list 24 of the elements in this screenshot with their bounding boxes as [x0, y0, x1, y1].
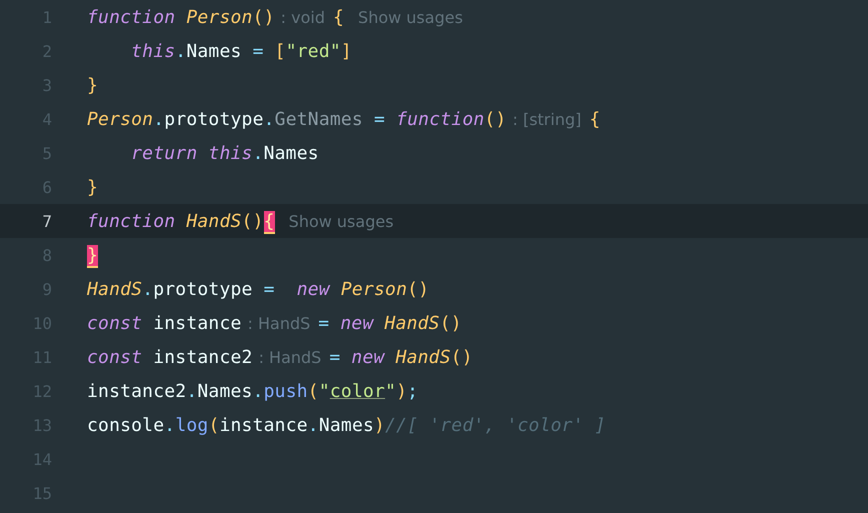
code-text: }	[87, 244, 98, 266]
code-text: {	[589, 108, 600, 130]
type-hint: : [string]	[512, 110, 582, 128]
type-hint: : void	[280, 8, 325, 26]
code-text: return this.Names	[130, 142, 319, 164]
code-text: function HandS(){	[87, 210, 275, 232]
code-text: = new HandS()	[329, 346, 473, 368]
code-text: {	[332, 6, 344, 28]
code-text: const instance	[87, 312, 242, 334]
type-hint: : HandS	[248, 314, 310, 332]
code-text: }	[87, 176, 98, 198]
line-number: 7	[41, 212, 52, 230]
show-usages-link[interactable]: Show usages	[288, 212, 394, 230]
code-text: = new HandS()	[318, 312, 462, 334]
code-text: }	[87, 74, 98, 96]
code-text: Person.prototype.GetNames = function()	[87, 108, 506, 130]
code-text: HandS.prototype = new Person()	[87, 278, 430, 300]
code-text: function Person()	[87, 6, 275, 28]
code-text: instance2.Names.push("color");	[87, 380, 418, 402]
code-text: this.Names = ["red"]	[130, 40, 352, 62]
code-text: console.log(instance.Names)//[ 'red', 'color' ]	[87, 414, 606, 436]
type-hint: : HandS	[258, 348, 322, 366]
code-text: const instance2	[87, 346, 253, 368]
show-usages-link[interactable]: Show usages	[358, 8, 463, 26]
